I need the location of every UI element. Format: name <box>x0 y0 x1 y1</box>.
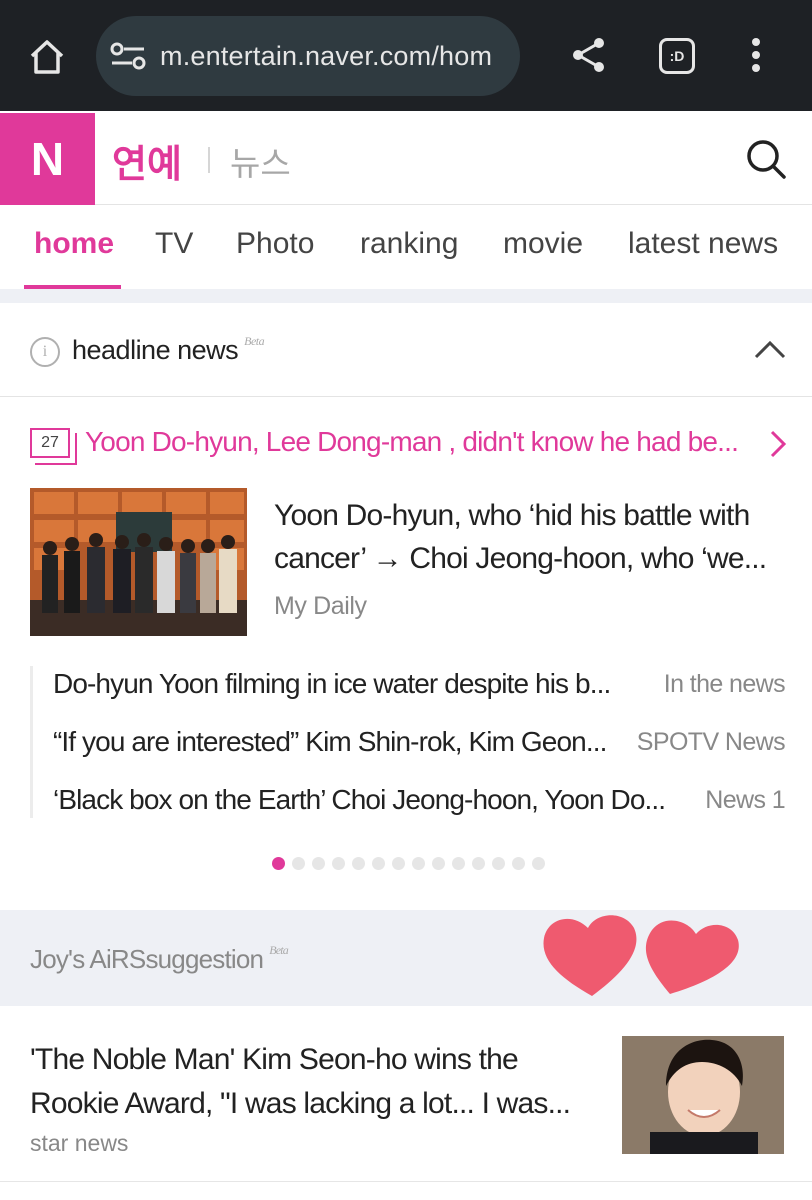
suggested-article[interactable]: 'The Noble Man' Kim Seon-ho wins the Roo… <box>0 1006 812 1182</box>
headline-news-title: headline news Beta <box>72 334 265 366</box>
pager-dot[interactable] <box>532 857 545 870</box>
site-settings-icon[interactable] <box>108 36 148 76</box>
related-source: News 1 <box>705 786 785 814</box>
beta-badge: Beta <box>244 334 265 348</box>
pager-dot[interactable] <box>292 857 305 870</box>
main-article-title[interactable]: Yoon Do-hyun, who ‘hid his battle with c… <box>274 494 784 580</box>
hearts-decoration-icon <box>543 915 739 996</box>
pager-dot[interactable] <box>512 857 525 870</box>
beta-badge: Beta <box>269 943 289 957</box>
article-thumbnail[interactable] <box>30 488 247 636</box>
topic-cluster-link[interactable]: 27 Yoon Do-hyun, Lee Dong-man , didn't k… <box>30 424 790 465</box>
pager-dot[interactable] <box>452 857 465 870</box>
share-icon[interactable] <box>566 32 612 78</box>
pager-dot[interactable] <box>332 857 345 870</box>
info-icon[interactable]: i <box>30 337 60 367</box>
chevron-right-icon[interactable] <box>766 428 790 460</box>
pager-dot[interactable] <box>272 857 285 870</box>
tabs-icon[interactable]: :D <box>659 38 695 74</box>
list-item[interactable]: “If you are interested” Kim Shin-rok, Ki… <box>53 726 786 766</box>
tab-ranking[interactable]: ranking <box>360 227 458 261</box>
topic-title[interactable]: Yoon Do-hyun, Lee Dong-man , didn't know… <box>85 426 739 458</box>
related-title[interactable]: “If you are interested” Kim Shin-rok, Ki… <box>53 726 607 758</box>
related-title[interactable]: ‘Black box on the Earth’ Choi Jeong-hoon… <box>53 784 666 816</box>
suggested-article-thumbnail[interactable] <box>622 1036 784 1154</box>
headline-news-label: headline news <box>72 335 239 365</box>
related-title[interactable]: Do-hyun Yoon filming in ice water despit… <box>53 668 611 700</box>
pager-dot[interactable] <box>352 857 365 870</box>
browser-toolbar: m.entertain.naver.com/hom :D <box>0 0 812 111</box>
pager-dot[interactable] <box>432 857 445 870</box>
naver-logo[interactable]: N <box>0 113 95 205</box>
main-article-source: My Daily <box>274 592 367 620</box>
headline-news-header: i headline news Beta <box>0 303 812 397</box>
search-icon[interactable] <box>744 137 788 181</box>
related-articles: Do-hyun Yoon filming in ice water despit… <box>30 666 786 818</box>
tab-latest-news[interactable]: latest news <box>628 227 778 261</box>
site-header: N 연예 뉴스 <box>0 111 812 205</box>
home-icon[interactable] <box>22 32 72 82</box>
address-bar[interactable]: m.entertain.naver.com/hom <box>96 16 520 96</box>
url-text: m.entertain.naver.com/hom <box>160 40 493 71</box>
section-subtitle[interactable]: 뉴스 <box>230 137 291 185</box>
pager-dot[interactable] <box>492 857 505 870</box>
airs-suggestion-header: Joy's AiRSsuggestion Beta <box>0 910 812 1006</box>
section-separator <box>0 289 812 303</box>
header-divider <box>208 147 210 173</box>
tab-movie[interactable]: movie <box>503 227 583 261</box>
pager-dot[interactable] <box>472 857 485 870</box>
tab-tv[interactable]: TV <box>155 227 193 261</box>
pager-dot[interactable] <box>412 857 425 870</box>
list-item[interactable]: ‘Black box on the Earth’ Choi Jeong-hoon… <box>53 784 786 824</box>
airs-title-label: Joy's AiRSsuggestion <box>30 944 264 974</box>
tab-photo[interactable]: Photo <box>236 227 314 261</box>
related-source: SPOTV News <box>636 728 786 756</box>
suggested-article-title[interactable]: 'The Noble Man' Kim Seon-ho wins the Roo… <box>30 1038 590 1126</box>
chevron-up-icon[interactable] <box>752 333 788 369</box>
more-vert-icon[interactable] <box>740 32 772 78</box>
headline-main-article[interactable]: Yoon Do-hyun, who ‘hid his battle with c… <box>30 488 790 638</box>
tab-home[interactable]: home <box>34 227 114 261</box>
airs-title: Joy's AiRSsuggestion Beta <box>30 943 289 975</box>
pager-dot[interactable] <box>372 857 385 870</box>
category-tabs: home TV Photo ranking movie latest news <box>0 205 812 289</box>
list-item[interactable]: Do-hyun Yoon filming in ice water despit… <box>53 668 786 708</box>
suggested-article-source: star news <box>30 1130 129 1156</box>
related-source: In the news <box>663 670 786 698</box>
pager-dot[interactable] <box>312 857 325 870</box>
section-title[interactable]: 연예 <box>112 133 182 188</box>
pager-dot[interactable] <box>392 857 405 870</box>
article-count-badge: 27 <box>30 428 77 465</box>
carousel-pager <box>272 857 545 871</box>
